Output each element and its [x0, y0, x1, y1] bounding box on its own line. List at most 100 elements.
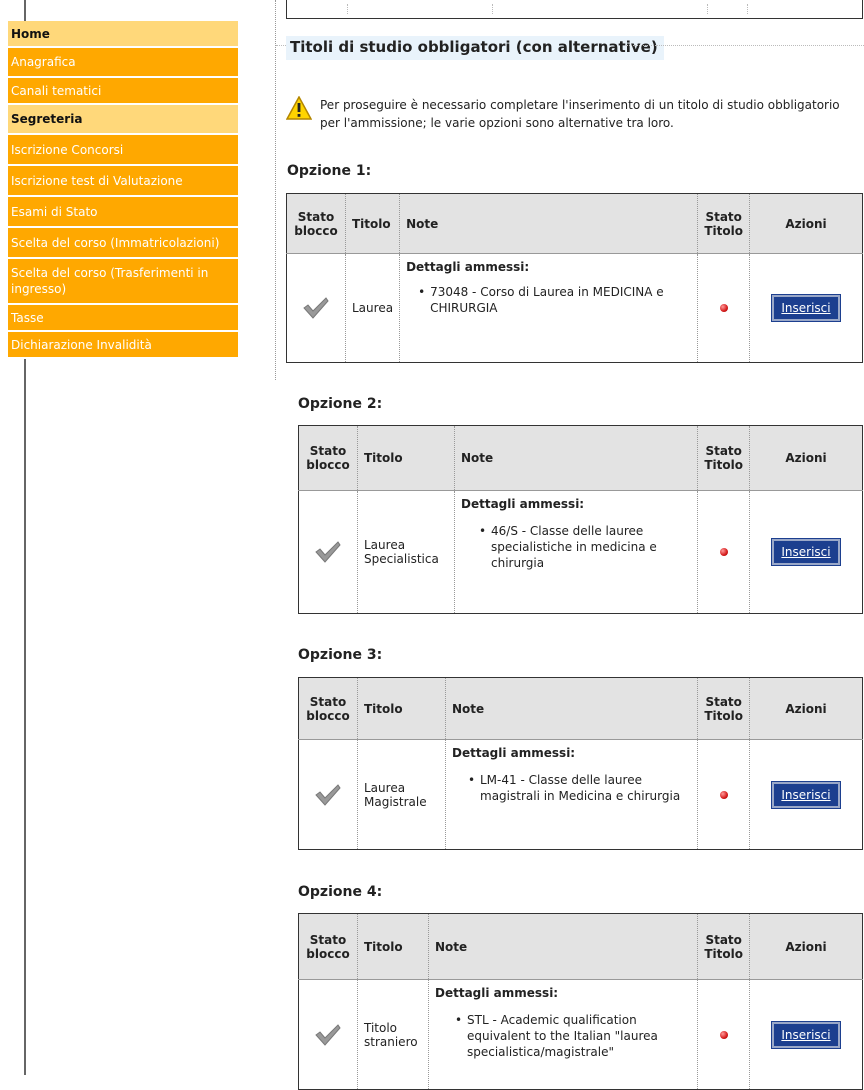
sidebar-item-home[interactable]: Home [8, 21, 238, 48]
header-stato-titolo: Stato Titolo [697, 193, 750, 254]
header-titolo: Titolo [357, 677, 446, 740]
table-row: Laurea Dettagli ammessi: 73048 - Corso d… [286, 253, 863, 363]
warning-message: Per proseguire è necessario completare l… [286, 96, 856, 132]
sidebar-menu: Home Anagrafica Canali tematici Segreter… [8, 21, 238, 359]
table-header-row: Stato blocco Titolo Note Stato Titolo Az… [298, 425, 863, 491]
header-stato-titolo: Stato Titolo [697, 677, 750, 740]
header-titolo: Titolo [357, 425, 455, 491]
checkmark-icon [303, 297, 329, 319]
header-stato-titolo: Stato Titolo [697, 425, 750, 491]
status-red-icon [719, 548, 728, 556]
option-1-table: Stato blocco Titolo Note Stato Titolo Az… [286, 193, 863, 363]
stato-titolo-cell [697, 253, 750, 363]
header-note: Note [399, 193, 699, 254]
note-list: LM-41 - Classe delle lauree magistrali i… [452, 772, 691, 804]
list-item: 46/S - Classe delle lauree specialistich… [467, 523, 691, 571]
checkmark-icon [315, 783, 341, 806]
option-4-title: Opzione 4: [298, 884, 383, 900]
note-heading: Dettagli ammessi: [452, 746, 576, 760]
note-cell: Dettagli ammessi: 73048 - Corso di Laure… [399, 253, 699, 363]
previous-table-bottom [286, 0, 863, 19]
header-titolo: Titolo [357, 913, 429, 980]
table-row: Titolo straniero Dettagli ammessi: STL -… [298, 979, 863, 1090]
sidebar-divider [275, 0, 276, 380]
inserisci-button[interactable]: Inserisci [771, 780, 841, 809]
header-stato-blocco: Stato blocco [298, 425, 358, 491]
header-azioni: Azioni [749, 193, 863, 254]
list-item: LM-41 - Classe delle lauree magistrali i… [456, 772, 691, 804]
option-4-table: Stato blocco Titolo Note Stato Titolo Az… [298, 913, 863, 1090]
stato-blocco-cell [298, 979, 358, 1090]
titolo-cell: Titolo straniero [357, 979, 429, 1090]
note-heading: Dettagli ammessi: [406, 260, 530, 274]
stato-blocco-cell [286, 253, 346, 363]
header-azioni: Azioni [749, 425, 863, 491]
titolo-cell: Laurea [345, 253, 401, 363]
sidebar-item-canali-tematici[interactable]: Canali tematici [8, 78, 238, 105]
note-list: STL - Academic qualification equivalent … [435, 1012, 691, 1060]
status-red-icon [719, 790, 728, 799]
checkmark-icon [315, 541, 341, 563]
stato-titolo-cell [697, 979, 750, 1090]
list-item: 73048 - Corso di Laurea in MEDICINA e CH… [406, 284, 691, 316]
note-cell: Dettagli ammessi: 46/S - Classe delle la… [454, 490, 699, 614]
header-note: Note [445, 677, 699, 740]
fieldset-border [626, 45, 864, 46]
fieldset-title: Titoli di studio obbligatori (con altern… [286, 36, 664, 60]
note-list: 73048 - Corso di Laurea in MEDICINA e CH… [406, 284, 691, 316]
azioni-cell: Inserisci [750, 980, 863, 1090]
option-2-table: Stato blocco Titolo Note Stato Titolo Az… [298, 425, 863, 614]
table-header-row: Stato blocco Titolo Note Stato Titolo Az… [298, 677, 863, 740]
header-stato-titolo: Stato Titolo [697, 913, 750, 980]
table-row: Laurea Specialistica Dettagli ammessi: 4… [298, 490, 863, 614]
header-titolo: Titolo [345, 193, 401, 254]
sidebar-item-esami-di-stato[interactable]: Esami di Stato [8, 197, 238, 228]
sidebar-item-anagrafica[interactable]: Anagrafica [8, 48, 238, 78]
inserisci-button[interactable]: Inserisci [771, 294, 841, 322]
sidebar-item-segreteria[interactable]: Segreteria [8, 105, 238, 135]
stato-blocco-cell [298, 739, 358, 850]
sidebar-item-invalidita[interactable]: Dichiarazione Invalidità [8, 332, 238, 359]
sidebar-item-immatricolazioni[interactable]: Scelta del corso (Immatricolazioni) [8, 228, 238, 259]
option-2-title: Opzione 2: [298, 396, 383, 412]
sidebar-item-iscrizione-concorsi[interactable]: Iscrizione Concorsi [8, 135, 238, 166]
status-red-icon [719, 1030, 728, 1039]
header-azioni: Azioni [749, 913, 863, 980]
note-heading: Dettagli ammessi: [435, 986, 559, 1000]
table-row: Laurea Magistrale Dettagli ammessi: LM-4… [298, 739, 863, 850]
header-stato-blocco: Stato blocco [298, 677, 358, 740]
table-header-row: Stato blocco Titolo Note Stato Titolo Az… [286, 193, 863, 254]
titolo-cell: Laurea Specialistica [357, 490, 455, 614]
titolo-cell: Laurea Magistrale [357, 739, 446, 850]
option-3-table: Stato blocco Titolo Note Stato Titolo Az… [298, 677, 863, 850]
fieldset-border [276, 45, 286, 46]
sidebar-item-trasferimenti[interactable]: Scelta del corso (Trasferimenti in ingre… [8, 259, 238, 305]
note-cell: Dettagli ammessi: STL - Academic qualifi… [428, 979, 699, 1090]
checkmark-icon [315, 1023, 341, 1046]
header-stato-blocco: Stato blocco [298, 913, 358, 980]
stato-blocco-cell [298, 490, 358, 614]
azioni-cell: Inserisci [750, 254, 863, 363]
status-red-icon [719, 304, 728, 312]
note-list: 46/S - Classe delle lauree specialistich… [461, 523, 691, 571]
inserisci-button[interactable]: Inserisci [771, 538, 841, 566]
stato-titolo-cell [697, 739, 750, 850]
sidebar-item-tasse[interactable]: Tasse [8, 305, 238, 332]
header-stato-blocco: Stato blocco [286, 193, 346, 254]
sidebar-item-iscrizione-test[interactable]: Iscrizione test di Valutazione [8, 166, 238, 197]
list-item: STL - Academic qualification equivalent … [443, 1012, 691, 1060]
header-azioni: Azioni [749, 677, 863, 740]
option-1-title: Opzione 1: [287, 163, 372, 179]
note-cell: Dettagli ammessi: LM-41 - Classe delle l… [445, 739, 699, 850]
warning-icon [286, 96, 312, 120]
table-header-row: Stato blocco Titolo Note Stato Titolo Az… [298, 913, 863, 980]
azioni-cell: Inserisci [750, 491, 863, 614]
header-note: Note [428, 913, 699, 980]
note-heading: Dettagli ammessi: [461, 497, 585, 511]
stato-titolo-cell [697, 490, 750, 614]
warning-text: Per proseguire è necessario completare l… [320, 98, 840, 130]
option-3-title: Opzione 3: [298, 647, 383, 663]
azioni-cell: Inserisci [750, 740, 863, 850]
header-note: Note [454, 425, 699, 491]
inserisci-button[interactable]: Inserisci [771, 1020, 841, 1049]
